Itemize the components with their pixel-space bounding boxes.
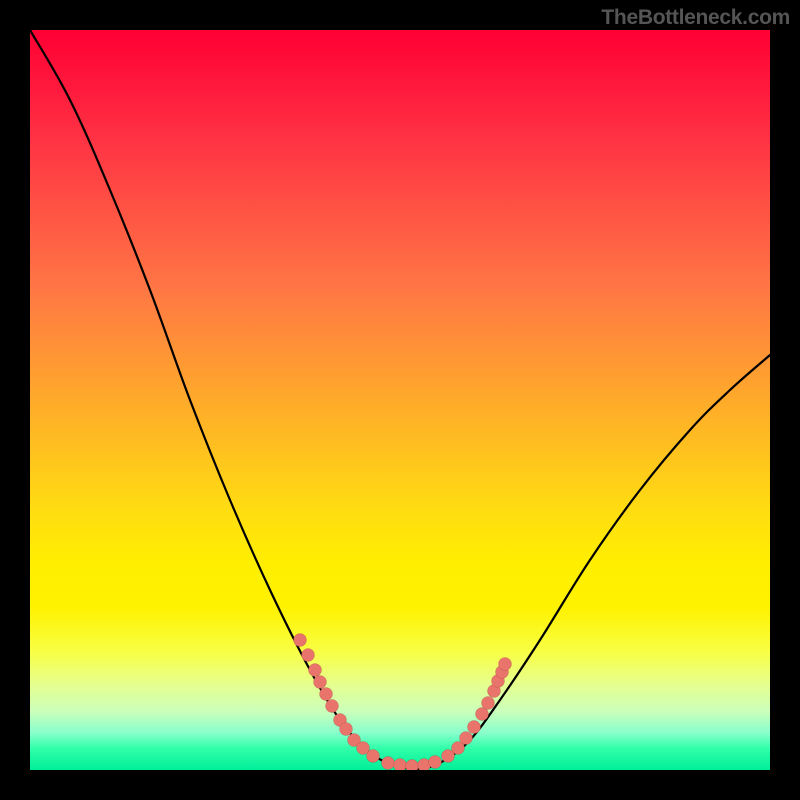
watermark-text: TheBottleneck.com [601, 6, 790, 30]
chart-container: TheBottleneck.com [0, 0, 800, 800]
data-point [460, 732, 473, 745]
scatter-bottom-cluster [382, 756, 442, 771]
scatter-left-cluster [294, 634, 380, 763]
data-point [294, 634, 307, 647]
bottleneck-curve [30, 30, 770, 769]
data-point [367, 750, 380, 763]
data-point [394, 759, 407, 771]
data-point [340, 723, 353, 736]
data-point [382, 757, 395, 770]
data-point [302, 649, 315, 662]
data-point [482, 697, 495, 710]
data-point [320, 688, 333, 701]
data-point [499, 658, 512, 671]
data-point [326, 700, 339, 713]
data-point [429, 756, 442, 769]
data-point [468, 721, 481, 734]
scatter-right-cluster [442, 658, 512, 763]
data-point [309, 664, 322, 677]
plot-area [30, 30, 770, 770]
data-point [406, 760, 419, 771]
curve-svg [30, 30, 770, 770]
data-point [314, 676, 327, 689]
